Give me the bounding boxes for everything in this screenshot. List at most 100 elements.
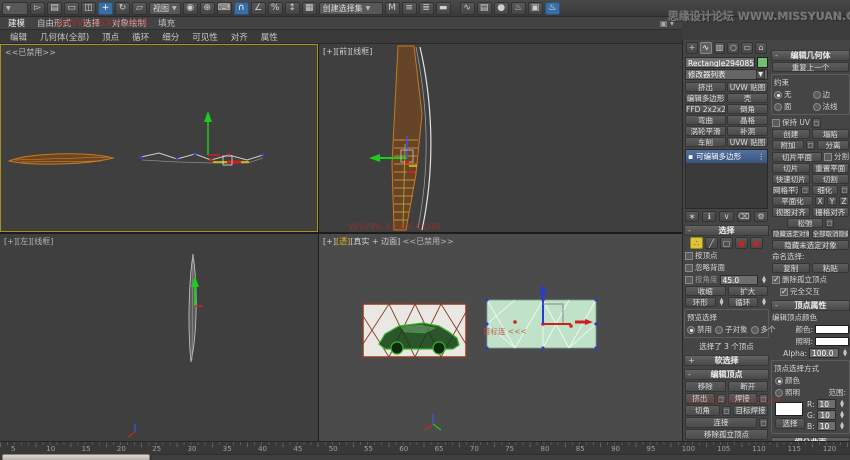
slice-button[interactable]: 切片	[772, 163, 810, 173]
border-subobject-icon[interactable]: ▢	[720, 237, 733, 249]
keyboard-override-icon[interactable]: ⌨	[217, 2, 232, 15]
cut-button[interactable]: 切割	[812, 174, 850, 184]
named-selection-set-dropdown[interactable]: 创建选择集▼	[319, 2, 383, 15]
viewport-top[interactable]: <<已禁用>>	[0, 44, 318, 232]
ribbon-panel[interactable]: 编辑	[10, 31, 27, 43]
viewport-front[interactable]: [+][前][线框]	[319, 44, 682, 232]
alpha-spinner[interactable]: ▲▼	[841, 349, 849, 357]
shrink-button[interactable]: 收缩	[685, 286, 726, 296]
modifier-set-button[interactable]: 壳	[727, 93, 768, 103]
repeat-last-button[interactable]: 重复上一个	[772, 62, 849, 72]
mirror-icon[interactable]: M	[385, 2, 400, 15]
modifier-set-button[interactable]: 编辑多边形	[685, 93, 726, 103]
modify-tab-icon[interactable]: ∿	[700, 42, 712, 54]
angle-snap-icon[interactable]: ∠	[251, 2, 266, 15]
use-pivot-center-icon[interactable]: ◉	[183, 2, 198, 15]
preserve-uvs-checkbox[interactable]	[772, 119, 780, 127]
rollout-edit-geometry[interactable]: -编辑几何体	[771, 50, 850, 61]
pin-stack-icon[interactable]: ∗	[685, 211, 699, 222]
show-end-result-icon[interactable]: ℹ	[702, 211, 716, 222]
expand-icon[interactable]: ⋮	[758, 152, 766, 161]
select-and-manipulate-icon[interactable]: ⊕	[200, 2, 215, 15]
range-g-field[interactable]: 10	[817, 410, 836, 420]
unhide-all-button[interactable]: 全部取消隐藏	[812, 229, 850, 239]
rendered-frame-icon[interactable]: ▣	[528, 2, 543, 15]
attach-button[interactable]: 附加	[772, 140, 804, 150]
vertex-illumination-swatch[interactable]	[815, 337, 849, 346]
break-button[interactable]: 断开	[728, 381, 769, 392]
modifier-set-button[interactable]: 倒角	[727, 104, 768, 114]
selection-region-icon[interactable]: ▭	[64, 2, 79, 15]
configure-modifier-sets-icon[interactable]: ⚙	[754, 211, 768, 222]
modifier-set-button[interactable]: UVW 贴图	[727, 137, 768, 147]
planar-z-button[interactable]: Z	[839, 196, 849, 206]
range-r-spinner[interactable]: ▲▼	[838, 400, 846, 408]
chamfer-settings-icon[interactable]: □	[722, 406, 731, 416]
render-production-icon[interactable]: ♨	[545, 2, 560, 15]
relax-settings-icon[interactable]: □	[825, 218, 834, 228]
utilities-tab-icon[interactable]: ⌂	[755, 42, 767, 54]
quickslice-button[interactable]: 快速切片	[772, 174, 810, 184]
viewport-perspective[interactable]: [+][透][真实 + 边面] <<已禁用>> 目标连 <<<	[319, 234, 682, 441]
constraint-option-radio[interactable]	[774, 103, 782, 111]
select-and-scale-icon[interactable]: ▱	[132, 2, 147, 15]
create-button[interactable]: 创建	[772, 129, 810, 139]
constraint-option-radio[interactable]	[813, 91, 821, 99]
by-vertex-checkbox[interactable]	[685, 252, 693, 260]
edge-subobject-icon[interactable]: ╱	[705, 237, 718, 249]
loop-spinner[interactable]: ▲▼	[760, 298, 768, 306]
hide-selected-button[interactable]: 隐藏选定对象	[772, 229, 810, 239]
view-align-button[interactable]: 视图对齐	[772, 207, 810, 217]
ribbon-panel[interactable]: 几何体(全部)	[40, 31, 89, 43]
connect-settings-icon[interactable]: □	[759, 418, 768, 428]
edit-named-selection-sets-icon[interactable]: ▦	[302, 2, 317, 15]
ribbon-tab[interactable]: 填充	[158, 17, 175, 29]
viewport-front-label[interactable]: [+][前][线框]	[323, 46, 372, 57]
hierarchy-tab-icon[interactable]: ▥	[714, 42, 726, 54]
planar-y-button[interactable]: Y	[827, 196, 837, 206]
collapse-button[interactable]: 塌陷	[812, 129, 850, 139]
grid-align-button[interactable]: 栅格对齐	[812, 207, 850, 217]
select-and-rotate-icon[interactable]: ↻	[115, 2, 130, 15]
snap-toggle-3d-icon[interactable]: ∩	[234, 2, 249, 15]
delete-isolated-vertices-checkbox[interactable]	[772, 276, 780, 284]
ribbon-panel[interactable]: 循环	[132, 31, 149, 43]
modifier-set-button[interactable]: 弯曲	[685, 115, 726, 125]
material-editor-icon[interactable]: ●	[494, 2, 509, 15]
preview-option-radio[interactable]	[751, 326, 759, 334]
modifier-stack-item[interactable]: ▪ 可编辑多边形 ⋮	[686, 150, 767, 163]
motion-tab-icon[interactable]: ○	[727, 42, 739, 54]
ribbon-panel[interactable]: 细分	[162, 31, 179, 43]
object-name-field[interactable]: Rectangle294085444	[685, 57, 755, 68]
copy-button[interactable]: 复制	[772, 263, 810, 273]
time-slider-handle[interactable]	[2, 454, 150, 460]
create-tab-icon[interactable]: +	[686, 42, 698, 54]
select-object-icon[interactable]: ▻	[30, 2, 45, 15]
remove-modifier-icon[interactable]: ⌫	[737, 211, 751, 222]
range-b-field[interactable]: 10	[817, 421, 836, 431]
ribbon-toggle-icon[interactable]: ▬	[436, 2, 451, 15]
tessellate-settings-icon[interactable]: □	[840, 185, 849, 195]
modifier-set-button[interactable]: UVW 贴图	[727, 82, 768, 92]
viewport-perspective-label[interactable]: [+][透][真实 + 边面] <<已禁用>>	[323, 236, 454, 247]
by-angle-checkbox[interactable]	[685, 276, 693, 284]
rollout-vertex-properties[interactable]: -顶点属性	[771, 300, 850, 311]
spinner-snap-icon[interactable]: ↕	[285, 2, 300, 15]
render-setup-icon[interactable]: ♨	[511, 2, 526, 15]
full-interactivity-checkbox[interactable]	[780, 288, 788, 296]
make-planar-button[interactable]: 平面化	[772, 196, 813, 206]
attach-settings-icon[interactable]: □	[806, 140, 815, 150]
preserve-uvs-settings-icon[interactable]: □	[812, 118, 821, 128]
constraint-option-radio[interactable]	[774, 91, 782, 99]
detach-button[interactable]: 分离	[817, 140, 849, 150]
modifier-stack[interactable]: ▪ 可编辑多边形 ⋮	[685, 149, 768, 209]
ribbon-panel[interactable]: 可见性	[192, 31, 218, 43]
ribbon-panel[interactable]: 对齐	[231, 31, 248, 43]
planar-x-button[interactable]: X	[815, 196, 825, 206]
preview-option-radio[interactable]	[715, 326, 723, 334]
loop-button[interactable]: 循环	[728, 297, 759, 307]
layer-manager-icon[interactable]: ≣	[419, 2, 434, 15]
range-r-field[interactable]: 10	[817, 399, 836, 409]
range-g-spinner[interactable]: ▲▼	[838, 411, 846, 419]
track-bar-ruler[interactable]: 5101520253035404550556065707580859095100…	[0, 442, 850, 453]
